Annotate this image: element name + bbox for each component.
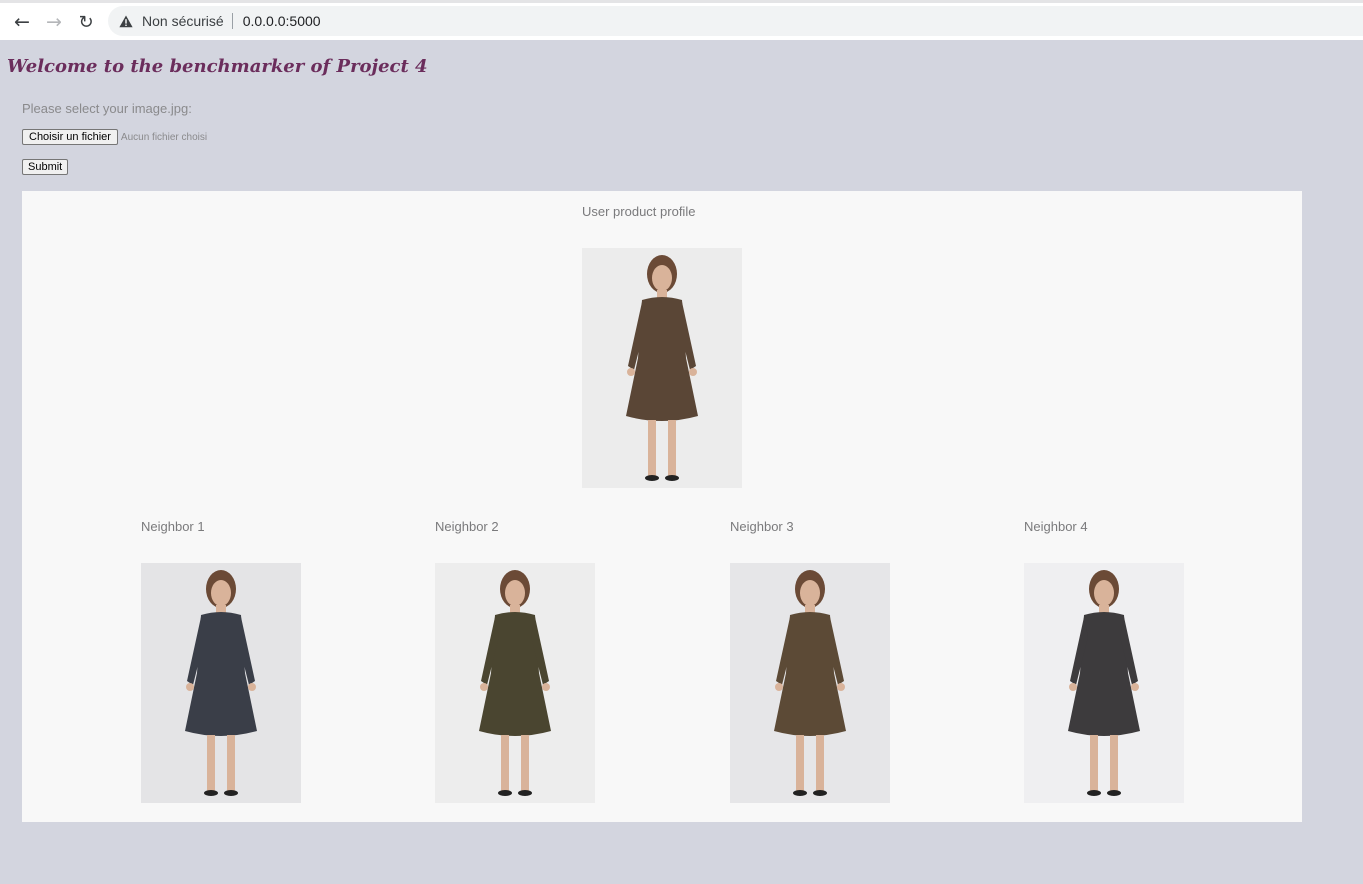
back-arrow-icon[interactable]: ← bbox=[10, 10, 34, 34]
warning-triangle-icon[interactable] bbox=[118, 13, 134, 29]
neighbor-label: Neighbor 1 bbox=[141, 519, 205, 534]
neighbor-label: Neighbor 3 bbox=[730, 519, 794, 534]
file-input[interactable]: Choisir un fichier Aucun fichier choisi bbox=[22, 129, 207, 145]
file-status-text: Aucun fichier choisi bbox=[120, 131, 208, 143]
neighbor-image bbox=[435, 563, 595, 803]
browser-toolbar: ← → ↻ Non sécurisé 0.0.0.0:5000 bbox=[0, 0, 1363, 40]
page-title: Welcome to the benchmarker of Project 4 bbox=[7, 56, 428, 77]
choose-file-button[interactable]: Choisir un fichier bbox=[22, 129, 118, 145]
url-text[interactable]: 0.0.0.0:5000 bbox=[243, 13, 321, 29]
results-panel: User product profile Neighbor 1 Neighbor… bbox=[22, 191, 1302, 822]
reload-icon[interactable]: ↻ bbox=[74, 10, 98, 34]
address-divider bbox=[231, 13, 233, 29]
neighbor-image bbox=[141, 563, 301, 803]
file-select-label: Please select your image.jpg: bbox=[22, 101, 192, 116]
security-label[interactable]: Non sécurisé bbox=[142, 13, 224, 29]
address-bar[interactable]: Non sécurisé 0.0.0.0:5000 bbox=[108, 6, 1363, 36]
forward-arrow-icon[interactable]: → bbox=[42, 10, 66, 34]
neighbor-label: Neighbor 4 bbox=[1024, 519, 1088, 534]
neighbor-image bbox=[730, 563, 890, 803]
profile-label: User product profile bbox=[582, 204, 696, 219]
submit-button[interactable]: Submit bbox=[22, 159, 69, 175]
profile-image bbox=[582, 248, 742, 488]
neighbor-image bbox=[1024, 563, 1184, 803]
neighbor-label: Neighbor 2 bbox=[435, 519, 499, 534]
